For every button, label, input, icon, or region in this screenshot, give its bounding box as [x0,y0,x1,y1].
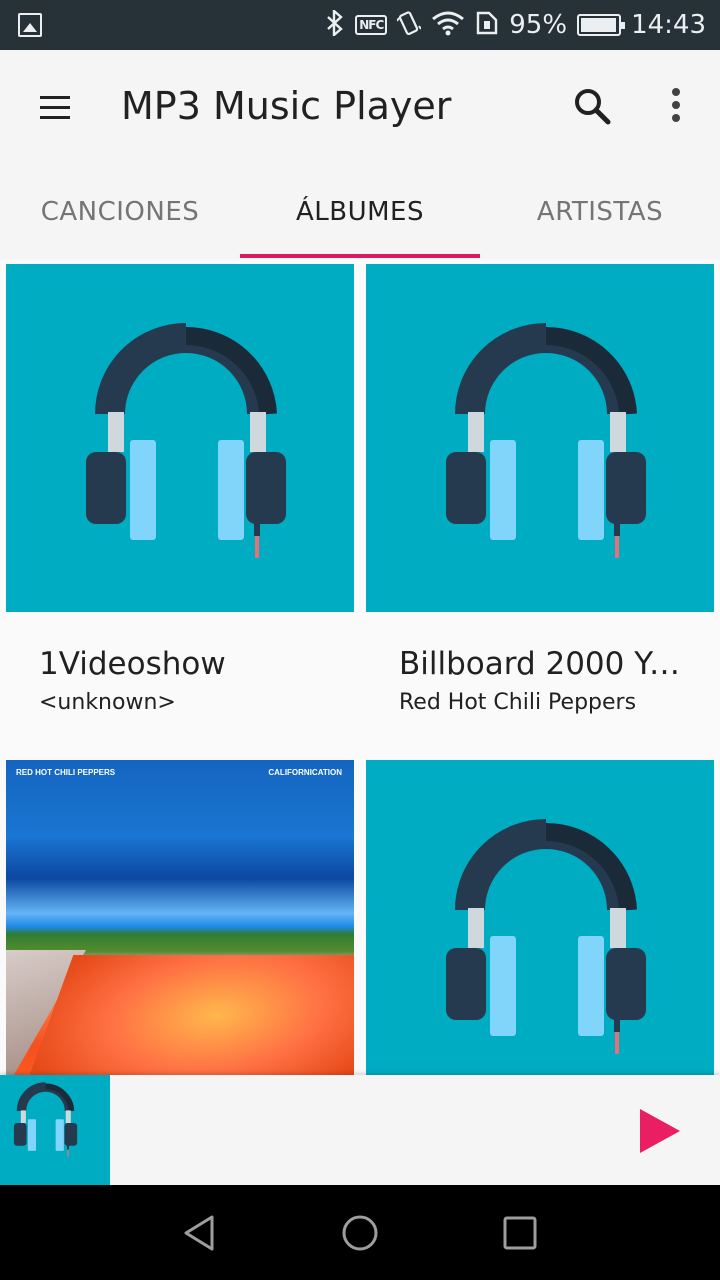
tab-canciones[interactable]: CANCIONES [0,170,240,258]
album-grid: 1Videoshow <unknown> Billboard 2000 Year… [0,260,720,1075]
tab-artistas[interactable]: ARTISTAS [480,170,720,258]
headphones-icon [366,264,714,612]
album-name: 1Videoshow [39,646,226,682]
wifi-icon [431,10,465,40]
cover-text-right: CALIFORNICATION [268,768,342,777]
play-button[interactable] [636,1107,684,1155]
page-title: MP3 Music Player [121,84,452,128]
bluetooth-icon [325,7,345,41]
album-artist: Red Hot Chili Peppers [399,690,637,715]
album-card[interactable] [366,756,714,1075]
app-bar: MP3 Music Player [0,50,720,170]
headphones-icon [6,264,354,612]
menu-icon[interactable] [40,96,72,120]
photo-pool [18,955,354,1075]
album-cover [366,760,714,1075]
nfc-icon: NFC [355,15,388,35]
navigation-bar [0,1185,720,1280]
mini-player[interactable] [0,1075,720,1185]
album-artist: <unknown> [39,690,176,715]
battery-percent: 95% [509,10,568,40]
more-icon[interactable] [664,88,688,128]
gallery-icon [18,13,42,37]
album-card[interactable]: 1Videoshow <unknown> [6,260,354,756]
album-cover: RED HOT CHILI PEPPERS CALIFORNICATION [6,760,354,1075]
tab-indicator [240,254,480,258]
vibrate-icon [396,10,423,40]
album-card[interactable]: RED HOT CHILI PEPPERS CALIFORNICATION [6,756,354,1075]
tab-bar: CANCIONES ÁLBUMES ARTISTAS [0,170,720,260]
clock: 14:43 [631,10,706,40]
album-card[interactable]: Billboard 2000 Year End Hot 100 Red Hot … [366,260,714,756]
back-icon[interactable] [180,1213,220,1253]
mini-player-art[interactable] [0,1075,110,1185]
sim-icon [475,10,499,40]
album-cover [6,264,354,612]
album-cover [366,264,714,612]
album-photo: RED HOT CHILI PEPPERS CALIFORNICATION [6,760,354,1075]
status-icons: NFC 95% 14:43 [325,0,706,50]
cover-text-left: RED HOT CHILI PEPPERS [16,768,116,777]
album-name: Billboard 2000 Year End Hot 100 [399,646,699,682]
search-icon[interactable] [572,86,612,126]
home-icon[interactable] [340,1213,380,1253]
status-bar: NFC 95% 14:43 [0,0,720,50]
play-icon [640,1109,680,1153]
recents-icon[interactable] [500,1213,540,1253]
battery-icon [577,14,626,36]
headphones-icon [0,1075,110,1185]
headphones-icon [366,760,714,1075]
tab-albumes[interactable]: ÁLBUMES [240,170,480,258]
